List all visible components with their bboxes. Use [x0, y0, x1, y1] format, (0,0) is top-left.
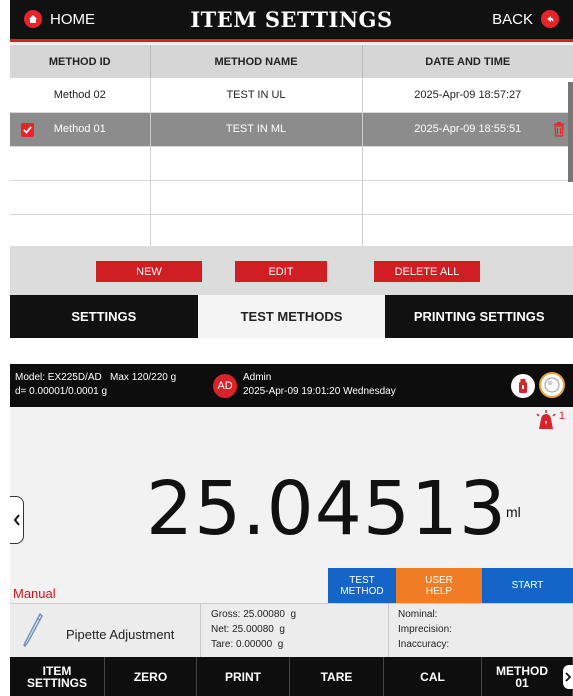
net-value: Net: 25.00080 g [211, 624, 285, 635]
empty-cell [10, 146, 151, 181]
model-info: Model: EX225D/AD Max 120/220 g d= 0.0000… [15, 371, 176, 399]
method-id-cell: Method 01 [53, 123, 106, 135]
column-header-date-time[interactable]: DATE AND TIME [362, 45, 573, 78]
inaccuracy-label: Inaccuracy: [398, 639, 450, 650]
divider [388, 604, 389, 657]
item-settings-header: HOME ITEM SETTINGS BACK [10, 0, 573, 42]
delete-all-button[interactable]: DELETE ALL [374, 261, 480, 282]
resolution-line: d= 0.00001/0.0001 g [15, 386, 108, 397]
zero-key[interactable]: ZERO [105, 657, 197, 696]
alarm-count: 1 [558, 410, 565, 422]
more-keys-toggle[interactable] [563, 665, 573, 689]
empty-cell [362, 146, 573, 181]
status-bar: Model: EX225D/AD Max 120/220 g d= 0.0000… [10, 364, 573, 407]
user-help-button[interactable]: USER HELP [396, 568, 482, 603]
page-title: ITEM SETTINGS [190, 7, 393, 32]
settings-tabbar: SETTINGS TEST METHODS PRINTING SETTINGS [10, 295, 573, 338]
method-id-cell: Method 02 [10, 78, 151, 113]
back-label: BACK [492, 10, 533, 28]
tab-printing-settings[interactable]: PRINTING SETTINGS [385, 295, 573, 338]
empty-cell [150, 146, 363, 181]
method-id-cell-wrap: Method 01 [10, 112, 151, 147]
test-method-button[interactable]: TEST METHOD [328, 568, 396, 603]
method-name-cell: TEST IN UL [150, 78, 363, 113]
pipette-icon [23, 612, 43, 648]
table-row[interactable]: Method 02 TEST IN UL 2025-Apr-09 18:57:2… [10, 78, 573, 113]
datetime-cell: 2025-Apr-09 18:55:51 [414, 123, 522, 135]
table-row-empty [10, 146, 573, 181]
checkbox-checked-icon[interactable] [21, 122, 34, 137]
gross-value: Gross: 25.00080 g [211, 609, 297, 620]
cal-key[interactable]: CAL [384, 657, 482, 696]
alarm-indicator[interactable]: 1 [535, 410, 565, 430]
application-info: Pipette Adjustment Gross: 25.00080 g Net… [10, 603, 573, 657]
imprecision-label: Imprecision: [398, 624, 452, 635]
weight-unit[interactable]: ml [506, 504, 521, 520]
column-header-method-id[interactable]: METHOD ID [10, 45, 151, 78]
divider [200, 604, 201, 657]
empty-cell [150, 180, 363, 215]
edit-button[interactable]: EDIT [235, 261, 327, 282]
new-button[interactable]: NEW [96, 261, 202, 282]
level-indicator-icon[interactable] [539, 372, 565, 398]
user-name: Admin [243, 372, 272, 383]
datetime-cell-wrap: 2025-Apr-09 18:55:51 [362, 112, 573, 147]
empty-cell [362, 180, 573, 215]
mode-label: Manual [13, 586, 56, 601]
tab-settings[interactable]: SETTINGS [10, 295, 198, 338]
start-button[interactable]: START [482, 568, 573, 603]
methods-table: METHOD ID METHOD NAME DATE AND TIME Meth… [10, 45, 573, 249]
tab-test-methods[interactable]: TEST METHODS [197, 295, 386, 338]
usb-icon[interactable] [511, 374, 535, 398]
tare-key[interactable]: TARE [290, 657, 384, 696]
table-row-empty [10, 214, 573, 249]
date-time: 2025-Apr-09 19:01:20 Wednesday [243, 386, 396, 397]
back-button[interactable]: BACK [492, 10, 559, 28]
empty-cell [10, 180, 151, 215]
table-row-empty [10, 180, 573, 215]
datetime-cell: 2025-Apr-09 18:57:27 [362, 78, 573, 113]
chevron-left-icon [13, 514, 20, 526]
function-key-bar: ITEM SETTINGS ZERO PRINT TARE CAL METHOD… [10, 657, 573, 696]
item-settings-screen: HOME ITEM SETTINGS BACK METHOD ID METHOD… [10, 0, 573, 338]
action-bar: NEW EDIT DELETE ALL [10, 246, 573, 295]
table-row-selected[interactable]: Method 01 TEST IN ML 2025-Apr-09 18:55:5… [10, 112, 573, 147]
model-line: Model: EX225D/AD Max 120/220 g [15, 372, 177, 383]
user-info[interactable]: Admin 2025-Apr-09 19:01:20 Wednesday [243, 371, 396, 399]
ad-badge: AD [213, 374, 237, 398]
tare-value: Tare: 0.00000 g [211, 639, 284, 650]
back-arrow-icon [541, 10, 559, 28]
pipette-statistics: Nominal: Imprecision: Inaccuracy: [398, 607, 452, 652]
alarm-icon [536, 410, 556, 429]
print-key[interactable]: PRINT [197, 657, 290, 696]
method-name-cell: TEST IN ML [150, 112, 363, 147]
balance-home-screen: Model: EX225D/AD Max 120/220 g d= 0.0000… [10, 364, 573, 696]
empty-cell [362, 214, 573, 249]
column-header-method-name[interactable]: METHOD NAME [150, 45, 363, 78]
side-panel-toggle[interactable] [10, 496, 24, 544]
item-settings-key[interactable]: ITEM SETTINGS [10, 657, 105, 696]
weight-display: 25.04513 [146, 466, 508, 552]
empty-cell [150, 214, 363, 249]
nominal-label: Nominal: [398, 609, 438, 620]
method-key[interactable]: METHOD 01 [482, 657, 573, 696]
trash-icon[interactable] [553, 121, 565, 140]
table-scrollbar[interactable] [568, 82, 573, 182]
chevron-right-icon [565, 672, 571, 682]
empty-cell [10, 214, 151, 249]
application-name[interactable]: Pipette Adjustment [66, 627, 174, 642]
measurement-values: Gross: 25.00080 g Net: 25.00080 g Tare: … [211, 607, 296, 652]
